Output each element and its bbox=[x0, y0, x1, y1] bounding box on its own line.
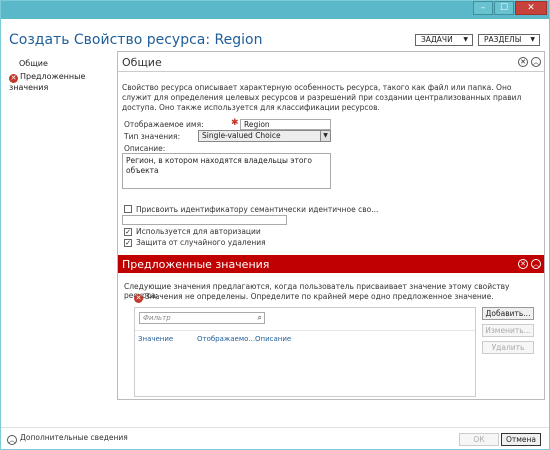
footer: ︿ Дополнительные сведения ОК Отмена bbox=[1, 427, 549, 449]
close-section-icon[interactable]: ✕ bbox=[518, 57, 528, 67]
expand-icon: ︿ bbox=[7, 435, 17, 445]
suggested-values-section-header: Предложенные значения ✕ ︿ bbox=[118, 255, 544, 273]
minimize-button[interactable]: – bbox=[473, 1, 493, 15]
title-bar: – ☐ ✕ bbox=[1, 1, 549, 19]
protect-deletion-label: Защита от случайного удаления bbox=[136, 238, 266, 247]
ok-button[interactable]: ОК bbox=[459, 433, 499, 446]
column-header-description[interactable]: Описание bbox=[255, 335, 291, 343]
error-icon: ✕ bbox=[9, 74, 18, 83]
general-section-header: Общие ✕ ︿ bbox=[118, 52, 544, 72]
general-section-title: Общие bbox=[122, 56, 162, 69]
resource-property-description: Свойство ресурса описывает характерную о… bbox=[122, 83, 522, 112]
suggested-values-title: Предложенные значения bbox=[122, 258, 270, 271]
authorization-label: Используется для авторизации bbox=[136, 227, 261, 236]
sections-label: РАЗДЕЛЫ bbox=[484, 35, 522, 44]
search-icon: ⌕ bbox=[257, 313, 262, 322]
error-icon: ✕ bbox=[134, 294, 143, 303]
column-header-display-name[interactable]: Отображаемо... bbox=[197, 335, 255, 343]
error-text: Значения не определены. Определите по кр… bbox=[145, 292, 494, 301]
description-textarea[interactable]: Регион, в котором находятся владельцы эт… bbox=[122, 153, 331, 189]
collapse-section-icon[interactable]: ︿ bbox=[531, 57, 541, 67]
value-type-select[interactable]: Single-valued Choice ▼ bbox=[198, 130, 331, 142]
more-info-label: Дополнительные сведения bbox=[20, 433, 128, 442]
delete-value-button[interactable]: Удалить bbox=[482, 341, 534, 354]
edit-value-button[interactable]: Изменить... bbox=[482, 324, 534, 337]
semantic-id-label: Присвоить идентификатору семантически ид… bbox=[136, 205, 379, 214]
sections-button[interactable]: РАЗДЕЛЫ ▼ bbox=[478, 34, 540, 46]
close-section-icon[interactable]: ✕ bbox=[518, 259, 528, 269]
more-info-toggle[interactable]: ︿ Дополнительные сведения bbox=[7, 433, 128, 445]
filter-input[interactable]: Фильтр ⌕ bbox=[139, 312, 265, 324]
display-name-label: Отображаемое имя: bbox=[124, 120, 204, 129]
collapse-section-icon[interactable]: ︿ bbox=[531, 259, 541, 269]
add-value-button[interactable]: Добавить... bbox=[482, 307, 534, 320]
tasks-label: ЗАДАЧИ bbox=[421, 35, 453, 44]
semantic-id-checkbox[interactable] bbox=[124, 205, 132, 213]
nav-item-suggested-values[interactable]: ✕ Предложенные значения bbox=[9, 72, 116, 92]
value-type-label: Тип значения: bbox=[124, 132, 181, 141]
description-label: Описание: bbox=[124, 144, 166, 153]
dialog-window: – ☐ ✕ Создать Свойство ресурса: Region З… bbox=[0, 0, 550, 450]
chevron-down-icon: ▼ bbox=[530, 36, 535, 43]
close-window-button[interactable]: ✕ bbox=[515, 1, 547, 15]
header: Создать Свойство ресурса: Region ЗАДАЧИ … bbox=[1, 19, 549, 51]
protect-deletion-checkbox[interactable]: ✓ bbox=[124, 239, 132, 247]
display-name-input[interactable]: Region bbox=[240, 119, 331, 130]
maximize-button[interactable]: ☐ bbox=[494, 1, 514, 15]
cancel-button[interactable]: Отмена bbox=[501, 433, 541, 446]
section-nav: Общие ✕ Предложенные значения bbox=[1, 51, 116, 423]
suggested-values-error: ✕ Значения не определены. Определите по к… bbox=[134, 292, 494, 303]
nav-item-label: Предложенные значения bbox=[9, 72, 86, 92]
page-title: Создать Свойство ресурса: Region bbox=[9, 32, 263, 48]
chevron-down-icon: ▼ bbox=[320, 131, 330, 141]
required-icon: ✱ bbox=[231, 118, 239, 128]
suggested-values-grid: Фильтр ⌕ Значение Отображаемо... Описани… bbox=[134, 307, 476, 397]
content-panel: Общие ✕ ︿ Свойство ресурса описывает хар… bbox=[117, 51, 545, 400]
filter-placeholder: Фильтр bbox=[143, 314, 171, 322]
value-type-value: Single-valued Choice bbox=[202, 131, 281, 140]
grid-divider bbox=[135, 330, 475, 331]
authorization-checkbox[interactable]: ✓ bbox=[124, 228, 132, 236]
chevron-down-icon: ▼ bbox=[463, 36, 468, 43]
column-header-value[interactable]: Значение bbox=[138, 335, 173, 343]
tasks-button[interactable]: ЗАДАЧИ ▼ bbox=[415, 34, 473, 46]
semantic-id-input[interactable] bbox=[122, 215, 287, 225]
nav-item-general[interactable]: Общие bbox=[19, 59, 48, 68]
